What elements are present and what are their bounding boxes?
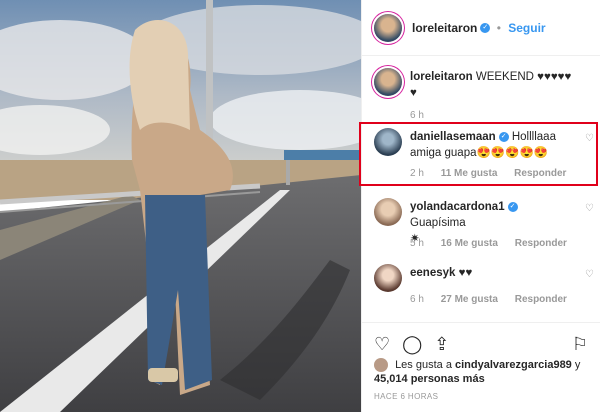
heart-icon[interactable]: ♡ [374, 334, 390, 355]
likes-suffix: y [574, 359, 581, 371]
reply-button[interactable]: Responder [515, 294, 567, 305]
liker-avatar[interactable] [374, 358, 388, 373]
comment-username[interactable]: yolandacardona1 [410, 201, 505, 213]
author-avatar[interactable] [374, 13, 402, 42]
photo-image [0, 0, 361, 412]
reply-button[interactable]: Responder [515, 238, 567, 249]
comment-body: Guapísima [410, 217, 466, 229]
action-bar: ♡ ◯ ⇪ [374, 334, 449, 355]
caption-text: loreleitaron WEEKEND ♥♥♥♥♥ ♥ [410, 69, 576, 101]
comment-item: eenesyk ♥♥ ♡ 6 h 27 Me gusta Responder [374, 264, 594, 314]
like-comment-heart-icon[interactable]: ♡ [585, 269, 594, 280]
bookmark-icon[interactable]: ⚐ [572, 334, 588, 355]
comment-body: ♥♥ [458, 267, 473, 279]
verified-icon: ✓ [507, 201, 518, 212]
comment-text: eenesyk ♥♥ [410, 265, 576, 281]
comments-panel: loreleitaron ✓ • Seguir loreleitaron WEEK… [361, 0, 600, 412]
comment-username[interactable]: eenesyk [410, 267, 455, 279]
separator-dot: • [496, 20, 501, 35]
like-comment-heart-icon[interactable]: ♡ [585, 203, 594, 214]
comment-time[interactable]: 5 h [410, 238, 424, 249]
caption-avatar[interactable] [374, 68, 402, 96]
post-photo[interactable] [0, 0, 361, 412]
caption-username[interactable]: loreleitaron [410, 71, 473, 83]
author-username[interactable]: loreleitaron [412, 21, 477, 35]
likes-summary: Les gusta a cindyalvarezgarcia989 y 45,0… [374, 358, 592, 386]
follow-button[interactable]: Seguir [508, 21, 545, 35]
post-timestamp[interactable]: HACE 6 HORAS [374, 392, 438, 401]
comment-icon[interactable]: ◯ [402, 334, 422, 355]
likes-count[interactable]: 45,014 personas más [374, 373, 485, 385]
caption-meta: 6 h [410, 110, 438, 121]
likes-prefix: Les gusta a [395, 359, 452, 371]
comment-likes[interactable]: 27 Me gusta [441, 294, 498, 305]
caption-body-2: ♥ [410, 87, 417, 99]
caption: loreleitaron WEEKEND ♥♥♥♥♥ ♥ 6 h [374, 68, 594, 122]
caption-body: WEEKEND ♥♥♥♥♥ [475, 71, 572, 83]
divider [362, 322, 600, 323]
comment-likes[interactable]: 16 Me gusta [441, 238, 498, 249]
highlight-box [359, 122, 598, 186]
caption-time[interactable]: 6 h [410, 110, 424, 121]
comment-meta: 5 h 16 Me gusta Responder [410, 238, 581, 249]
comment-meta: 6 h 27 Me gusta Responder [410, 294, 581, 305]
comment-avatar[interactable] [374, 198, 402, 226]
post-header: loreleitaron ✓ • Seguir [362, 0, 600, 56]
comment-time[interactable]: 6 h [410, 294, 424, 305]
comment-item: yolandacardona1 ✓ Guapísima ✷ ♡ 5 h 16 Me… [374, 198, 594, 254]
verified-icon: ✓ [480, 23, 491, 34]
share-icon[interactable]: ⇪ [434, 334, 449, 355]
comment-avatar[interactable] [374, 264, 402, 292]
liker-username[interactable]: cindyalvarezgarcia989 [455, 359, 572, 371]
